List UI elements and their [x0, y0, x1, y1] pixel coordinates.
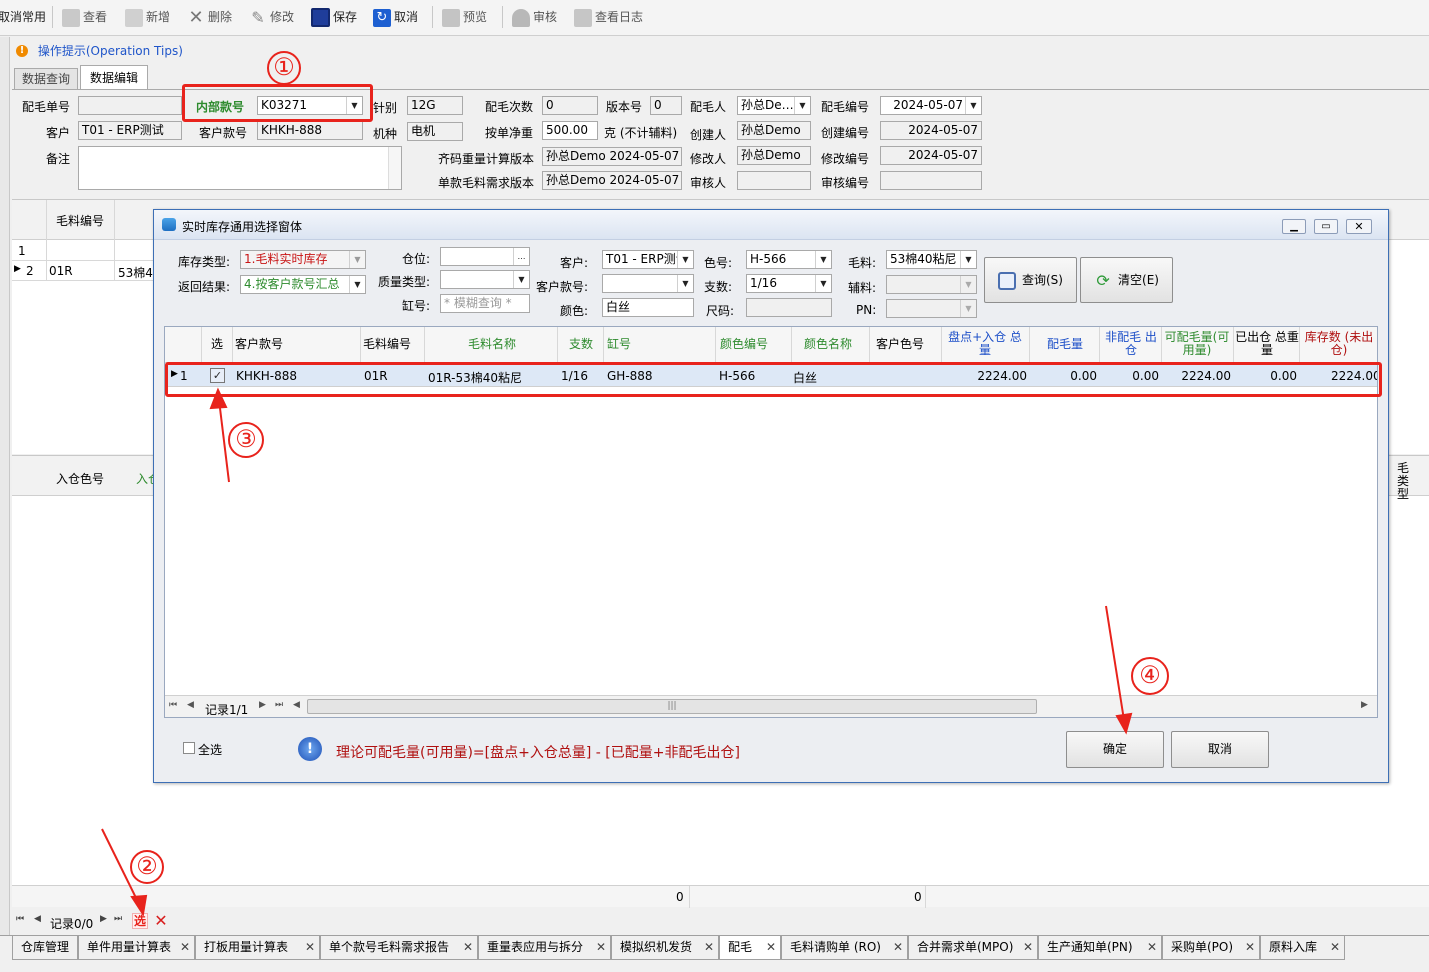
arrow-3-head — [209, 387, 228, 410]
annotation-arrows — [101, 387, 1133, 917]
arrow-3 — [218, 399, 230, 483]
arrow-2-head — [130, 894, 148, 917]
arrow-2 — [101, 828, 141, 907]
arrow-4 — [1105, 605, 1125, 721]
arrow-4-head — [1115, 712, 1133, 735]
